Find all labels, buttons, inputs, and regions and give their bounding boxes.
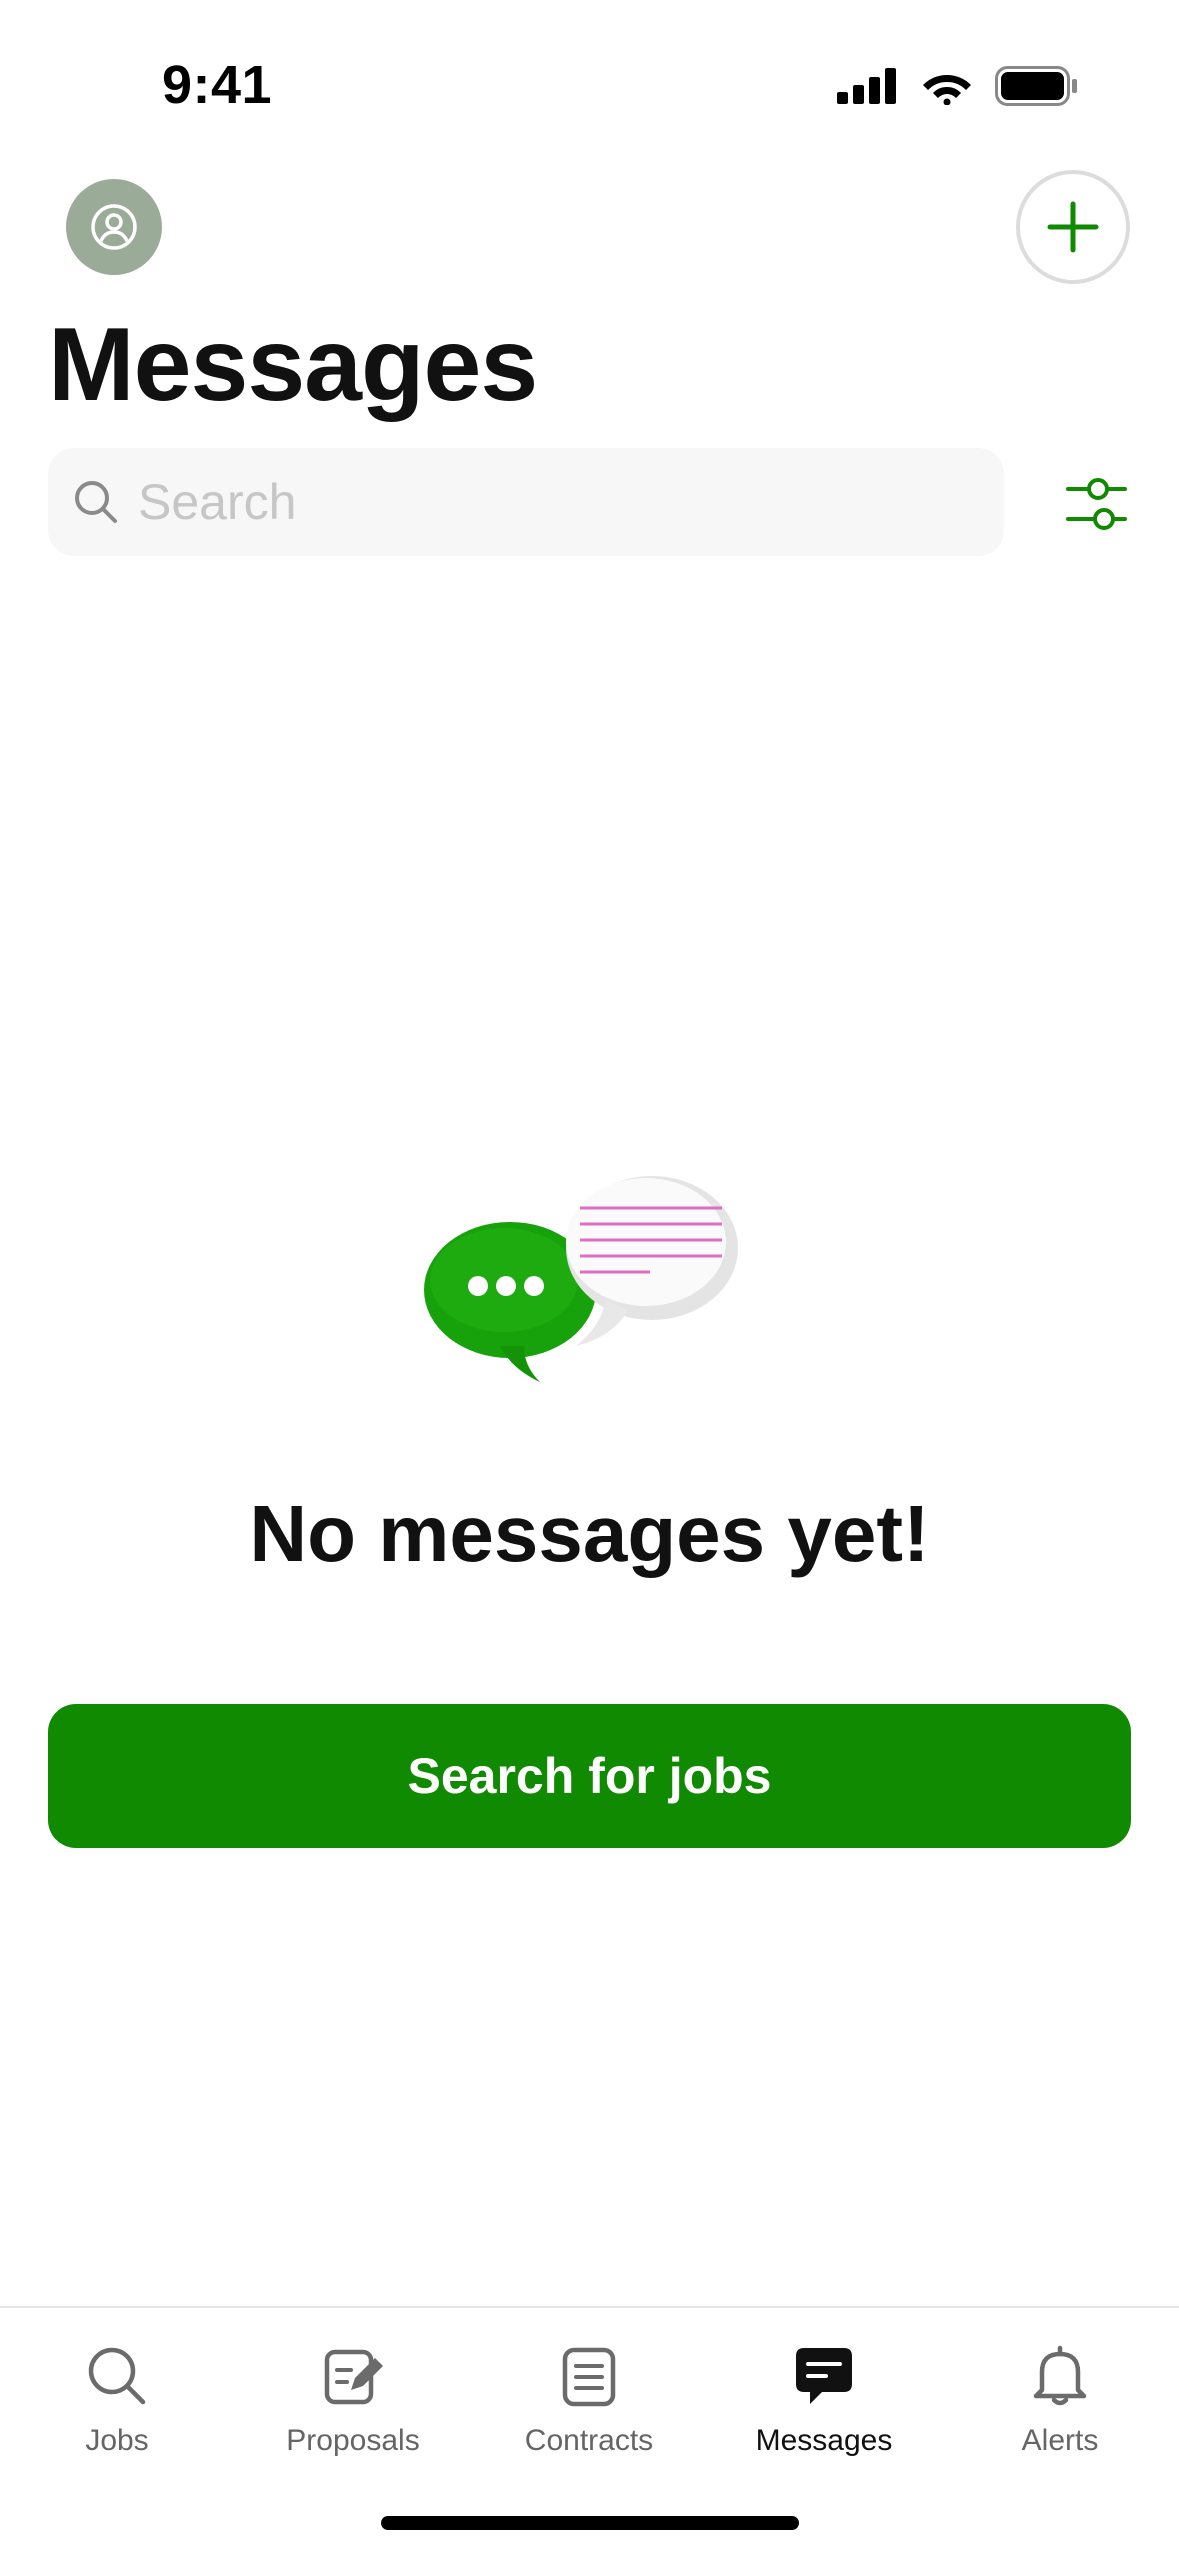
user-circle-icon — [91, 204, 137, 250]
cellular-signal-icon — [837, 68, 896, 104]
empty-state-title: No messages yet! — [249, 1489, 930, 1578]
tab-label-alerts: Alerts — [1021, 2424, 1099, 2457]
tab-label-proposals: Proposals — [286, 2424, 420, 2457]
tab-label-messages: Messages — [755, 2424, 893, 2457]
message-bubble-icon — [788, 2340, 860, 2412]
document-list-icon — [553, 2340, 625, 2412]
tab-alerts[interactable]: Alerts — [960, 2328, 1160, 2468]
tab-label-jobs: Jobs — [85, 2424, 149, 2457]
page-title: Messages — [48, 307, 538, 423]
status-time: 9:41 — [162, 55, 273, 115]
messages-screen: 9:41 Messages Search No messages yet! Se… — [0, 0, 1179, 2556]
compose-button[interactable] — [1016, 170, 1130, 284]
wifi-icon — [923, 75, 971, 105]
tab-proposals[interactable]: Proposals — [253, 2328, 453, 2468]
tab-messages[interactable]: Messages — [724, 2328, 924, 2468]
battery-icon — [995, 66, 1077, 106]
search-bar[interactable] — [48, 448, 1004, 556]
tab-label-contracts: Contracts — [524, 2424, 654, 2457]
search-for-jobs-button[interactable]: Search for jobs — [48, 1704, 1131, 1848]
search-input[interactable] — [138, 473, 958, 531]
search-icon — [72, 478, 120, 526]
avatar-button[interactable] — [66, 179, 162, 275]
sliders-icon — [1066, 478, 1127, 530]
status-icons — [837, 66, 1079, 106]
filter-button[interactable] — [1058, 466, 1134, 542]
status-bar: 9:41 — [0, 0, 1179, 160]
bell-icon — [1024, 2340, 1096, 2412]
tab-jobs[interactable]: Jobs — [17, 2328, 217, 2468]
plus-icon — [1047, 201, 1099, 253]
home-indicator — [381, 2516, 799, 2530]
search-icon — [81, 2340, 153, 2412]
tab-contracts[interactable]: Contracts — [489, 2328, 689, 2468]
edit-document-icon — [317, 2340, 389, 2412]
chat-bubbles-illustration — [424, 1176, 738, 1382]
